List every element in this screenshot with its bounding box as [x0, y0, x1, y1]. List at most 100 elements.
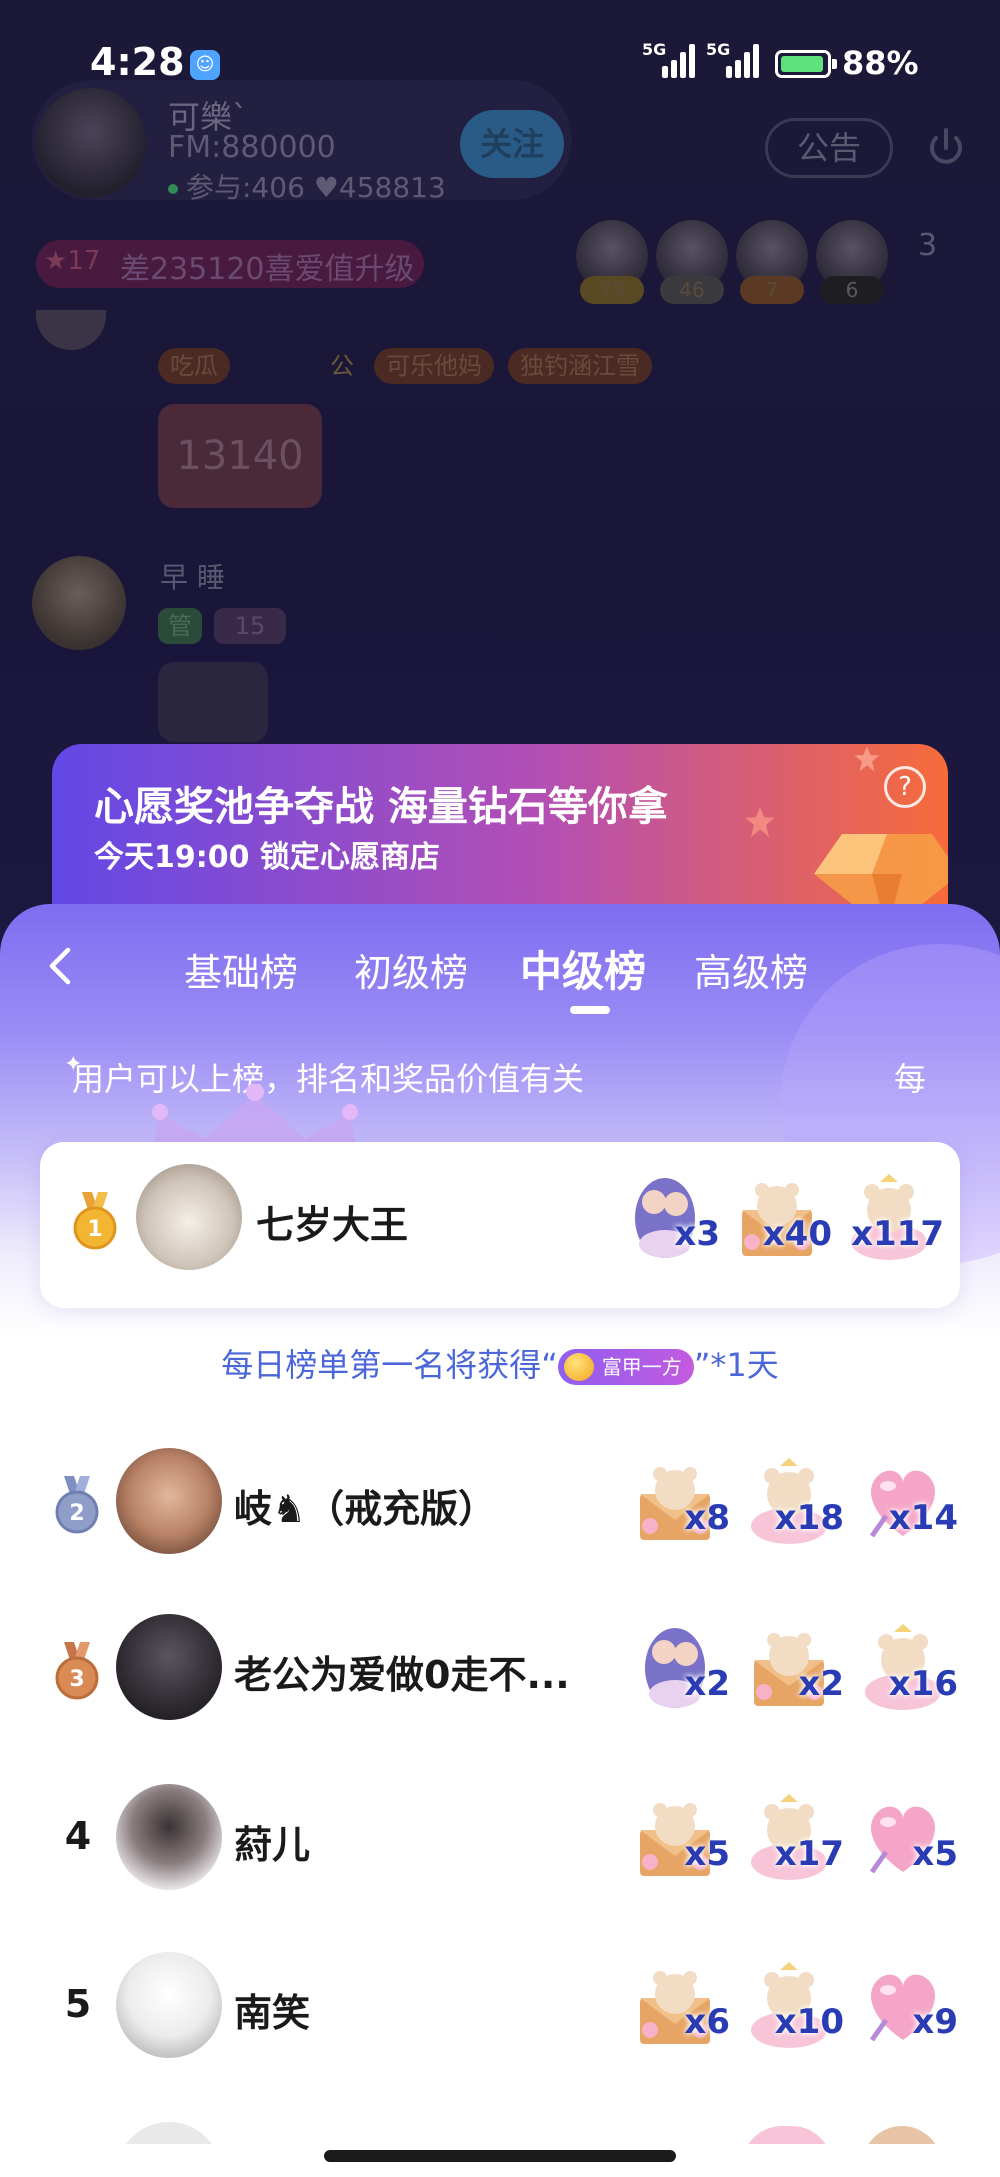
heart-balloon-gift-icon: x14	[852, 1452, 958, 1554]
battery-percent: 88%	[842, 44, 919, 82]
viewer-count: 46	[660, 276, 724, 304]
chat-badge: 吃瓜	[158, 348, 230, 384]
coin-icon	[563, 1353, 594, 1381]
gift-count: x10	[774, 2002, 844, 2042]
gift-number-message: 13140	[158, 404, 322, 508]
heart-balloon-gift-icon: x5	[852, 1788, 958, 1890]
host-avatar[interactable]	[36, 88, 146, 198]
power-icon[interactable]	[922, 124, 970, 172]
diamond-icon	[814, 834, 948, 914]
tab-intermediate[interactable]: 中级榜	[520, 938, 646, 999]
level-badge: 15	[214, 608, 286, 644]
bear-angel-gift-icon: x10	[738, 1956, 844, 2058]
reward-note: 每日榜单第一名将获得“ 富甲一方 ”*1天	[0, 1340, 1000, 1386]
gift-peek	[862, 2126, 942, 2144]
back-arrow-icon[interactable]	[40, 944, 84, 988]
rules-marquee-tail: 每	[894, 1060, 927, 1098]
chat-avatar	[36, 310, 106, 350]
rank-row-4[interactable]: 4 葤儿 x5 x17 x5	[0, 1770, 1000, 1910]
reward-note-prefix: 每日榜单第一名将获得“	[221, 1346, 558, 1384]
rank-row-partial	[0, 2104, 1000, 2144]
gift-count: x40	[762, 1214, 832, 1254]
gold-medal-icon: 1	[73, 1192, 117, 1250]
chat-avatar[interactable]	[32, 556, 126, 650]
ranking-panel: 基础榜 初级榜 中级榜 高级榜 ✦ 用户可以上榜，排名和奖品价值有关 每 1 七…	[0, 904, 1000, 2177]
chat-badge: 独钓涵江雪	[508, 348, 652, 384]
gift-count: x3	[674, 1214, 720, 1254]
chat-username: 早 睡	[160, 561, 225, 594]
tab-indicator	[570, 1006, 610, 1014]
rank-number: 5	[64, 1982, 92, 2026]
rank-username: 南笑	[234, 1991, 311, 2035]
rank-username: 岐♞（戒充版）	[234, 1487, 497, 1531]
rank-username: 老公为爱做0走不...	[234, 1653, 570, 1697]
gift-count: x17	[774, 1834, 844, 1874]
tab-junior[interactable]: 初级榜	[354, 942, 468, 997]
bronze-medal-icon: 3	[55, 1642, 99, 1700]
love-level-value: 17	[67, 246, 101, 276]
star-icon	[854, 746, 880, 772]
gift-count: x8	[684, 1498, 730, 1538]
role-badge: 管	[158, 608, 202, 644]
signal-1-label: 5G	[642, 40, 667, 59]
avatar[interactable]	[116, 1952, 222, 2058]
bear-envelope-gift-icon: x6	[624, 1956, 730, 2058]
medal-rank-text: 3	[69, 1667, 84, 1692]
bear-angel-gift-icon: x117	[838, 1168, 944, 1270]
viewer-count: 7	[740, 276, 804, 304]
gift-count: x14	[888, 1498, 958, 1538]
avatar[interactable]	[116, 1614, 222, 1720]
viewer-count: 6	[820, 276, 884, 304]
couple-gift-icon: x2	[624, 1618, 730, 1720]
medal-rank-text: 2	[69, 1501, 84, 1526]
rank-row-5[interactable]: 5 南笑 x6 x10 x9	[0, 1938, 1000, 2078]
wealth-title-badge: 富甲一方	[557, 1349, 694, 1385]
wish-pool-banner[interactable]: 心愿奖池争夺战 海量钻石等你拿 今天19:00 锁定心愿商店 ?	[52, 744, 948, 914]
viewers-more[interactable]: 3	[918, 228, 937, 263]
notice-button[interactable]: 公告	[765, 118, 893, 178]
signal-2-label: 5G	[706, 40, 731, 59]
rank-number: 4	[64, 1814, 92, 1858]
viewer-count: 79	[580, 276, 644, 304]
avatar[interactable]	[116, 1448, 222, 1554]
rank-row-1[interactable]: 1 七岁大王 x3 x40 x117	[0, 1150, 1000, 1290]
gift-count: x6	[684, 2002, 730, 2042]
bear-envelope-gift-icon: x2	[738, 1618, 844, 1720]
avatar[interactable]	[136, 1164, 242, 1270]
star-icon	[745, 807, 775, 837]
chat-badge: 公	[330, 352, 354, 380]
wish-banner-title: 心愿奖池争夺战 海量钻石等你拿	[94, 784, 668, 830]
chat-badge: 可乐他妈	[374, 348, 494, 384]
battery-icon	[775, 50, 837, 78]
home-indicator[interactable]	[324, 2150, 676, 2162]
wish-banner-subtitle: 今天19:00 锁定心愿商店	[94, 840, 440, 875]
rank-username: 七岁大王	[256, 1203, 409, 1247]
tab-basic[interactable]: 基础榜	[184, 942, 298, 997]
love-level: ★17	[44, 246, 101, 276]
tab-senior[interactable]: 高级榜	[694, 942, 808, 997]
gift-count: x16	[888, 1664, 958, 1704]
rank-row-3[interactable]: 3 老公为爱做0走不... x2 x2 x16	[0, 1600, 1000, 1740]
heart-balloon-gift-icon: x9	[852, 1956, 958, 2058]
gift-count: x2	[798, 1664, 844, 1704]
host-stats: 参与:406 ♥458813	[168, 166, 446, 206]
host-fm-id: FM:880000	[168, 130, 336, 165]
gift-count: x2	[684, 1664, 730, 1704]
bear-angel-gift-icon: x17	[738, 1788, 844, 1890]
bear-angel-gift-icon: x18	[738, 1452, 844, 1554]
bear-envelope-gift-icon: x5	[624, 1788, 730, 1890]
rank-row-2[interactable]: 2 岐♞（戒充版） x8 x18 x14	[0, 1434, 1000, 1574]
app-notification-icon: ☺	[190, 50, 220, 80]
gift-peek	[742, 2126, 832, 2144]
gift-count: x9	[912, 2002, 958, 2042]
gift-count: x117	[851, 1214, 944, 1254]
follow-button[interactable]: 关注	[460, 110, 564, 178]
bear-envelope-gift-icon: x40	[726, 1168, 832, 1270]
signal-icon-2: 5G	[706, 40, 764, 78]
host-stats-text: 参与:406 ♥458813	[186, 171, 446, 204]
rank-username: 葤儿	[234, 1823, 311, 1867]
help-icon[interactable]: ?	[884, 766, 926, 808]
gift-count: x5	[684, 1834, 730, 1874]
avatar[interactable]	[116, 1784, 222, 1890]
medal-rank-text: 1	[87, 1217, 102, 1242]
